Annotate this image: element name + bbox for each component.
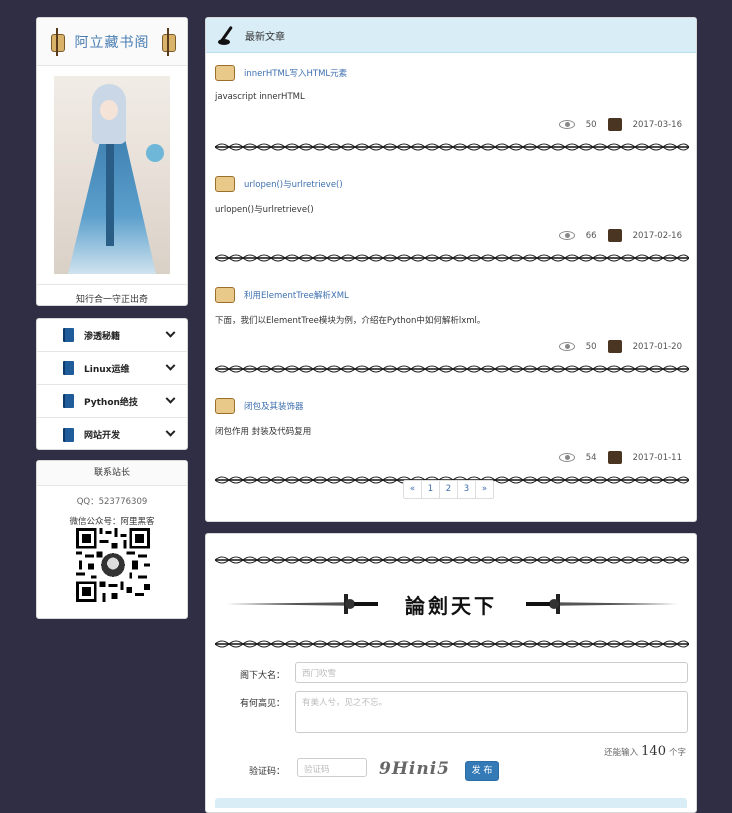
site-motto: 知行合一守正出奇 (75, 295, 148, 305)
article-title-link[interactable]: innerHTML写入HTML元素 (244, 67, 347, 79)
eye-icon (558, 342, 575, 351)
pagination-page-1[interactable]: 1 (421, 480, 440, 499)
banner-title: 論劍天下 (405, 594, 497, 618)
view-count: 50 (585, 119, 597, 130)
contact-title: 联系站长 (37, 461, 187, 486)
articles-header: 最新文章 (206, 18, 696, 53)
article-meta: 54 2017-01-11 (558, 451, 682, 464)
article-summary: javascript innerHTML (215, 92, 305, 102)
article-summary: 闭包作用 封装及代码复用 (215, 427, 312, 437)
article-meta: 50 2017-01-20 (558, 340, 682, 353)
latest-articles-panel: 最新文章 innerHTML写入HTML元素 javascript innerH… (205, 17, 697, 522)
menu-item-python[interactable]: Python绝技 (37, 385, 187, 418)
article-date: 2017-03-16 (632, 119, 682, 130)
scroll-icon (215, 398, 235, 414)
article-meta: 66 2017-02-16 (558, 229, 682, 242)
captcha-input[interactable]: 验证码 (297, 758, 367, 777)
menu-item-label: 渗透秘籍 (84, 331, 121, 342)
site-title[interactable]: 阿立藏书阁 (75, 32, 150, 52)
article-item: urlopen()与urlretrieve() urlopen()与urlret… (206, 174, 696, 275)
article-item: 利用ElementTree解析XML 下面，我们以ElementTree模块为例… (206, 285, 696, 386)
eye-icon (558, 231, 575, 240)
chars-remaining: 140 (641, 744, 666, 759)
article-summary: 下面，我们以ElementTree模块为例，介绍在Python中如何解析lxml… (215, 316, 486, 326)
view-count: 54 (585, 452, 597, 463)
book-icon (63, 427, 74, 442)
brand-header: 阿立藏书阁 (37, 18, 187, 66)
author-icon (607, 229, 622, 242)
book-icon (63, 361, 74, 375)
article-item: innerHTML写入HTML元素 javascript innerHTML 5… (206, 63, 696, 164)
scroll-icon (215, 287, 235, 303)
ornament-divider-icon (215, 640, 689, 648)
char-counter: 还能输入 140 个字 (604, 744, 686, 759)
eye-icon (558, 453, 575, 462)
article-date: 2017-01-20 (632, 341, 682, 352)
lantern-icon (160, 27, 176, 56)
pagination-prev[interactable]: « (403, 480, 422, 499)
chevron-down-icon[interactable] (165, 327, 176, 338)
comment-panel: 論劍天下 阁下大名： 西门吹雪 有何高见： 有美人兮，见之不忘。 还能输入 140… (205, 533, 697, 813)
chevron-down-icon[interactable] (165, 393, 176, 404)
chevron-down-icon[interactable] (165, 360, 176, 371)
article-title-link[interactable]: 利用ElementTree解析XML (244, 289, 349, 301)
category-menu: 渗透秘籍 Linux运维 Python绝技 网站开发 (36, 318, 188, 450)
captcha-image[interactable]: 9Hini5 (379, 759, 450, 779)
ornament-divider-icon (215, 143, 689, 151)
qq-number: QQ：523776309 (76, 497, 148, 507)
ornament-divider-icon (215, 556, 689, 564)
scroll-icon (215, 65, 235, 81)
chevron-down-icon[interactable] (165, 426, 176, 437)
article-date: 2017-02-16 (632, 230, 682, 241)
view-count: 66 (585, 230, 597, 241)
menu-item-label: Linux运维 (84, 364, 130, 375)
avatar (54, 76, 170, 274)
pagination-page-2[interactable]: 2 (439, 480, 458, 499)
author-icon (607, 451, 622, 464)
lantern-icon (49, 27, 65, 56)
opinion-label: 有何高见： (239, 699, 285, 709)
author-icon (607, 118, 622, 131)
name-label: 阁下大名： (239, 671, 285, 681)
article-title-link[interactable]: urlopen()与urlretrieve() (244, 178, 343, 190)
captcha-label: 验证码： (248, 767, 285, 777)
scroll-icon (215, 176, 235, 192)
contact-panel: 联系站长 QQ：523776309 微信公众号：阿里黑客 (36, 460, 188, 619)
quill-icon (216, 25, 236, 45)
pagination-page-3[interactable]: 3 (457, 480, 476, 499)
submit-button[interactable]: 发 布 (465, 761, 499, 781)
brand-panel: 阿立藏书阁 知行合一守正出奇 (36, 17, 188, 306)
pagination: « 1 2 3 » (403, 480, 494, 499)
book-icon (63, 328, 74, 342)
name-input[interactable]: 西门吹雪 (295, 662, 688, 683)
menu-item-label: 网站开发 (84, 431, 121, 441)
menu-item-linux[interactable]: Linux运维 (37, 352, 187, 385)
qr-code-icon (76, 528, 150, 602)
article-summary: urlopen()与urlretrieve() (215, 205, 314, 215)
article-meta: 50 2017-03-16 (558, 118, 682, 131)
book-icon (63, 394, 74, 408)
pagination-next[interactable]: » (475, 480, 494, 499)
ornament-divider-icon (215, 365, 689, 373)
author-icon (607, 340, 622, 353)
ornament-divider-icon (215, 254, 689, 262)
menu-item-pentest[interactable]: 渗透秘籍 (37, 319, 187, 352)
menu-item-webdev[interactable]: 网站开发 (37, 418, 187, 451)
opinion-textarea[interactable]: 有美人兮，见之不忘。 (295, 691, 688, 733)
eye-icon (558, 120, 575, 129)
view-count: 50 (585, 341, 597, 352)
wechat-account: 微信公众号：阿里黑客 (69, 517, 155, 527)
menu-item-label: Python绝技 (84, 397, 138, 408)
avatar-frame (37, 66, 187, 285)
article-title-link[interactable]: 闭包及其装饰器 (244, 400, 304, 412)
article-date: 2017-01-11 (632, 452, 682, 463)
articles-title: 最新文章 (245, 31, 285, 43)
